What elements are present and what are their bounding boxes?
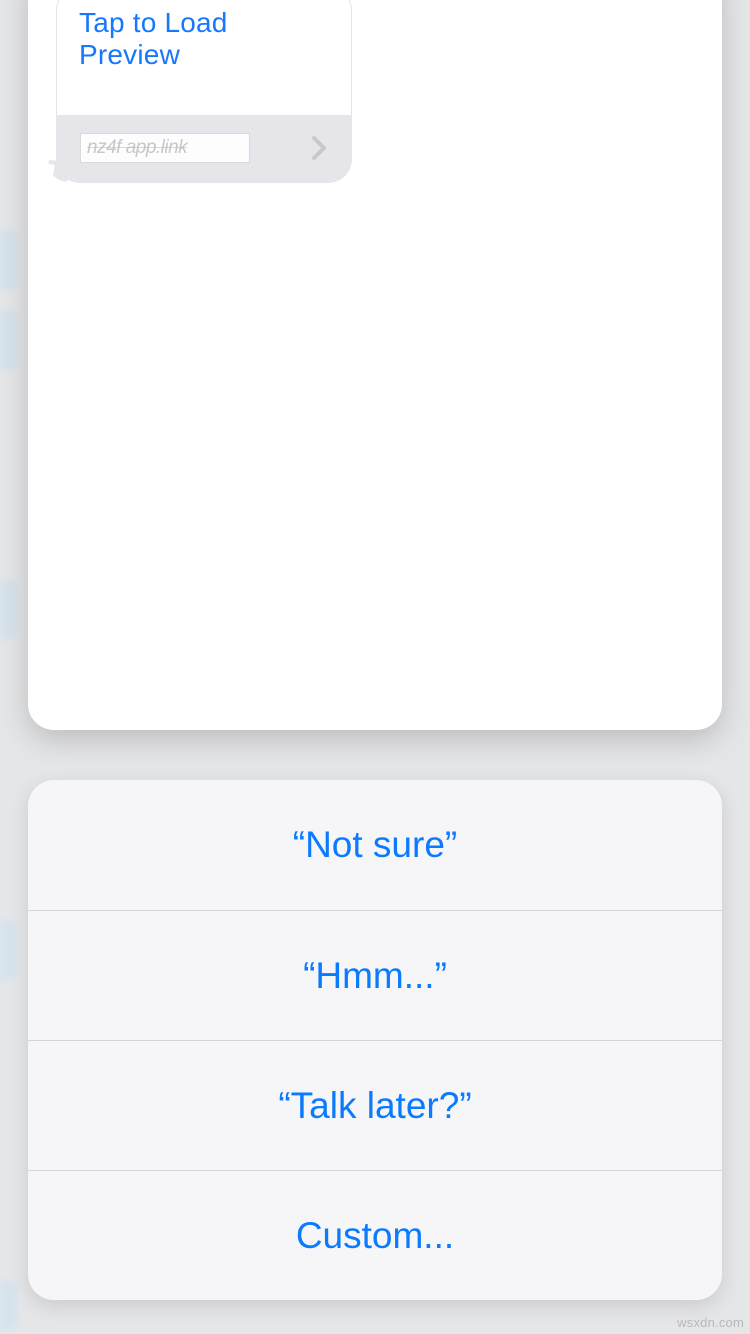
bg-stripe (0, 230, 18, 290)
tap-to-load-preview[interactable]: Tap to Load Preview (79, 7, 228, 70)
quick-reply-label: “Talk later?” (278, 1085, 471, 1127)
quick-reply-talk-later[interactable]: “Talk later?” (28, 1040, 722, 1170)
bg-stripe (0, 1280, 18, 1330)
quick-reply-hmm[interactable]: “Hmm...” (28, 910, 722, 1040)
quick-reply-not-sure[interactable]: “Not sure” (28, 780, 722, 910)
bg-stripe (0, 920, 18, 980)
bg-stripe (0, 310, 18, 370)
quick-reply-label: Custom... (296, 1215, 454, 1257)
incoming-message-bubble: Tap to Load Preview nz4f app.link (56, 0, 352, 183)
link-preview-bottom[interactable]: nz4f app.link (56, 115, 352, 183)
url-redacted: nz4f app.link (80, 133, 250, 163)
bg-stripe (0, 580, 18, 640)
quick-reply-custom[interactable]: Custom... (28, 1170, 722, 1300)
quick-reply-label: “Hmm...” (303, 955, 447, 997)
bubble-tail (47, 160, 69, 182)
quick-reply-sheet: “Not sure” “Hmm...” “Talk later?” Custom… (28, 780, 722, 1300)
quick-reply-label: “Not sure” (293, 824, 457, 866)
link-preview-top[interactable]: Tap to Load Preview (56, 0, 352, 115)
watermark: wsxdn.com (677, 1315, 744, 1330)
conversation-preview-card: Tap to Load Preview nz4f app.link (28, 0, 722, 730)
chevron-right-icon (310, 134, 328, 162)
